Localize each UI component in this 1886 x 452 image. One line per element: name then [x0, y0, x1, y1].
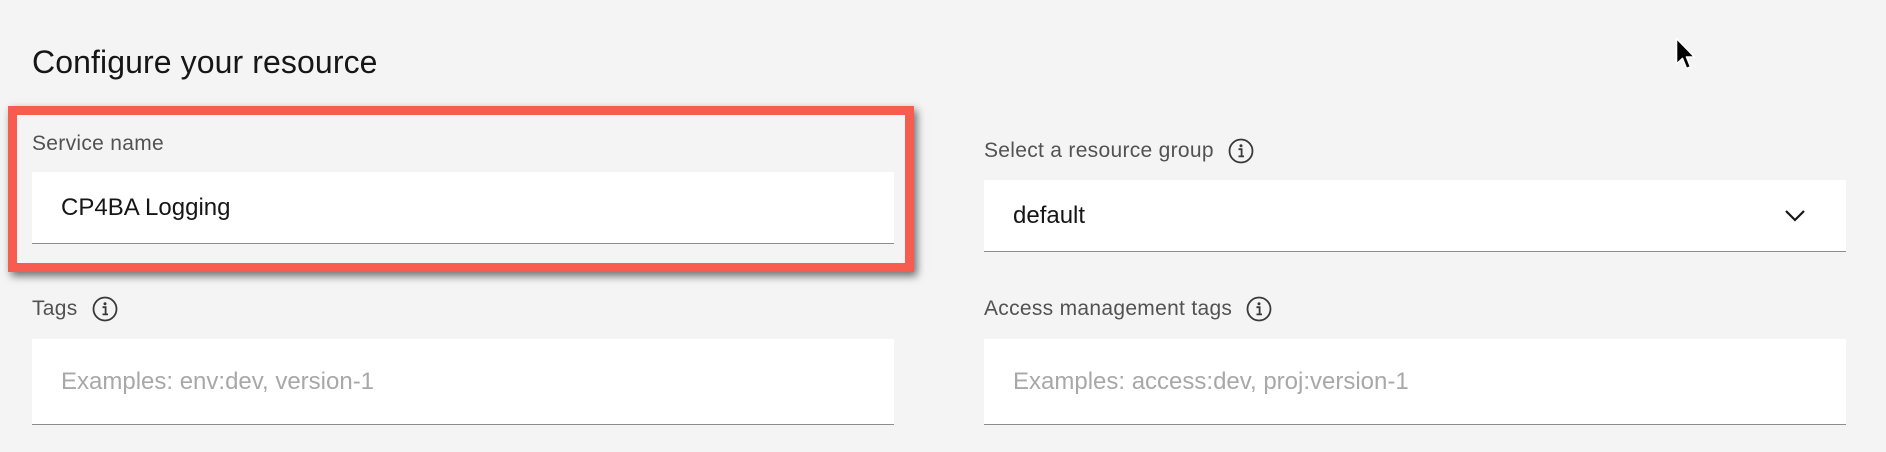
access-tags-placeholder: Examples: access:dev, proj:version-1 — [1013, 367, 1409, 395]
info-icon[interactable] — [1246, 296, 1272, 322]
configure-resource-form: Configure your resource Service name CP4… — [0, 0, 1886, 452]
tags-label-text: Tags — [32, 297, 78, 320]
tags-input[interactable]: Examples: env:dev, version-1 — [32, 339, 894, 425]
resource-group-selected-value: default — [1013, 201, 1086, 229]
access-tags-label: Access management tags — [984, 296, 1272, 322]
info-icon[interactable] — [1228, 138, 1254, 164]
chevron-down-icon — [1785, 209, 1805, 222]
access-tags-input[interactable]: Examples: access:dev, proj:version-1 — [984, 339, 1846, 425]
tags-placeholder: Examples: env:dev, version-1 — [61, 367, 375, 395]
access-tags-label-text: Access management tags — [984, 297, 1233, 320]
highlight-annotation — [8, 106, 914, 272]
tags-label: Tags — [32, 296, 118, 322]
resource-group-select[interactable]: default — [984, 180, 1846, 252]
mouse-pointer-icon — [1675, 37, 1696, 70]
resource-group-label-text: Select a resource group — [984, 139, 1214, 162]
info-icon[interactable] — [92, 296, 118, 322]
section-title: Configure your resource — [32, 44, 378, 80]
resource-group-label: Select a resource group — [984, 138, 1254, 164]
